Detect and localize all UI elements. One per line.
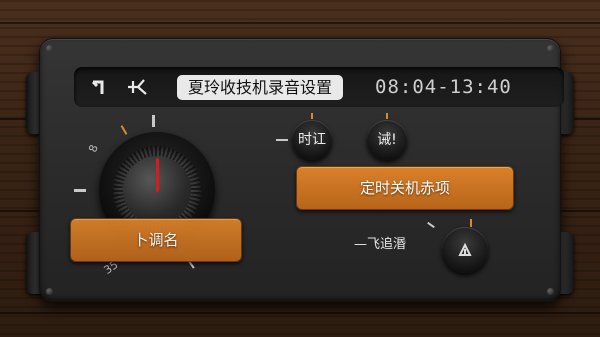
settings-title: 夏玲收技机录音设置 [177, 75, 344, 100]
radio-panel: 夏玲收技机录音设置 08:04-13:40 时讧 诫! 定时关机赤项 8 35 … [39, 38, 564, 302]
shutdown-timer-option[interactable]: 定时关机赤项 [296, 166, 514, 210]
tick-mark [470, 219, 472, 227]
arrow-icon [458, 242, 472, 256]
tick-mark [276, 139, 288, 141]
wood-seam [0, 22, 600, 24]
tune-button[interactable]: 卜调名 [70, 218, 242, 262]
dial-needle [156, 158, 159, 192]
display-strip: 夏玲收技机录音设置 08:04-13:40 [74, 67, 564, 107]
dial-tick [152, 115, 155, 127]
screw [547, 45, 554, 52]
flight-label: —飞追湣 [354, 237, 407, 252]
screw [46, 288, 53, 295]
tick-mark [386, 113, 388, 119]
dial-scale-label: 8 [86, 142, 101, 155]
flag-icon[interactable] [90, 67, 112, 107]
screw [547, 288, 554, 295]
time-button[interactable]: 时讧 [292, 120, 332, 160]
dial-tick [120, 125, 128, 135]
tick-mark [427, 221, 435, 229]
wood-seam [0, 312, 600, 314]
confirm-button[interactable]: 诫! [367, 120, 407, 160]
dial-tick [74, 189, 86, 192]
nav-knob[interactable] [442, 227, 488, 273]
antenna-icon[interactable] [124, 67, 150, 107]
tick-mark [311, 113, 313, 119]
screw [46, 45, 53, 52]
dial-face [123, 156, 191, 224]
clock-readout: 08:04-13:40 [375, 76, 512, 98]
